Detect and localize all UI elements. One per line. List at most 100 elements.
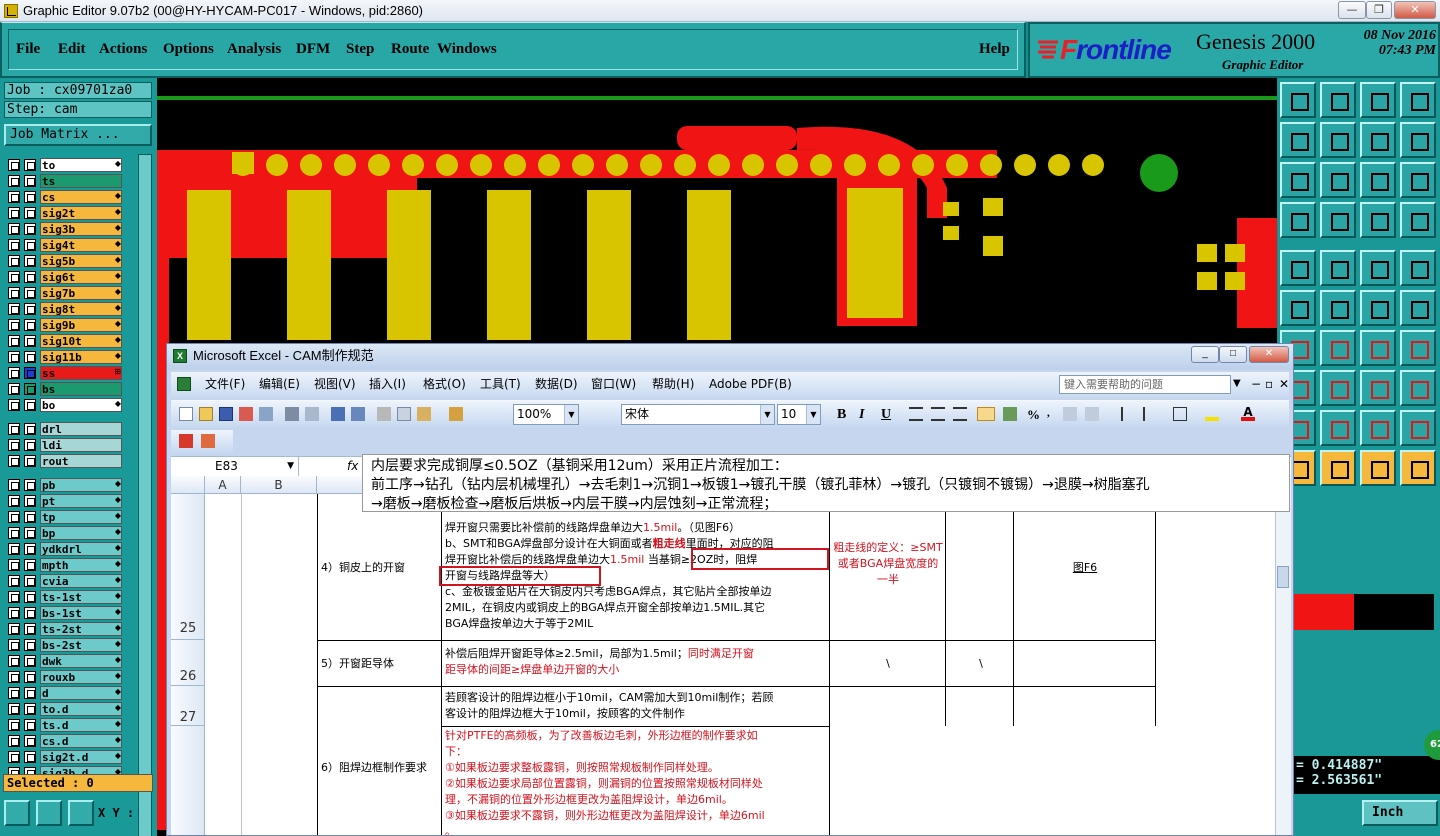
layer-checkbox[interactable] bbox=[8, 423, 20, 435]
layer-name[interactable]: bs bbox=[40, 382, 122, 396]
pan-icon[interactable] bbox=[1320, 162, 1356, 198]
layer-name[interactable]: cs bbox=[40, 190, 122, 204]
layer-affected-toggle[interactable] bbox=[24, 719, 36, 731]
spelling-icon[interactable] bbox=[331, 407, 345, 421]
menu-actions[interactable]: Actions bbox=[99, 41, 147, 58]
pad-icon[interactable] bbox=[1400, 250, 1436, 286]
layer-row[interactable]: ss ⊞ bbox=[6, 366, 124, 381]
layer-row[interactable]: rout bbox=[6, 454, 124, 469]
layer-affected-toggle[interactable] bbox=[24, 319, 36, 331]
new-icon[interactable] bbox=[179, 407, 193, 421]
layer-affected-toggle[interactable] bbox=[24, 439, 36, 451]
triangle-blue-icon[interactable] bbox=[1400, 410, 1436, 446]
excel-menu-edit[interactable]: 编辑(E) bbox=[259, 372, 300, 396]
layer-checkbox[interactable] bbox=[8, 623, 20, 635]
layer-checkbox[interactable] bbox=[8, 207, 20, 219]
excel-menu-window[interactable]: 窗口(W) bbox=[591, 372, 636, 396]
layer-affected-toggle[interactable] bbox=[24, 559, 36, 571]
layer-checkbox[interactable] bbox=[8, 703, 20, 715]
layer-affected-toggle[interactable] bbox=[24, 735, 36, 747]
minimize-button[interactable]: — bbox=[1338, 1, 1366, 19]
layer-name[interactable]: sig11b bbox=[40, 350, 122, 364]
decrease-indent-icon[interactable] bbox=[1121, 407, 1135, 421]
layer-checkbox[interactable] bbox=[8, 559, 20, 571]
layer-name[interactable]: ts.d bbox=[40, 718, 122, 732]
col-header-a[interactable]: A bbox=[205, 476, 241, 494]
layer-checkbox[interactable] bbox=[8, 575, 20, 587]
layer-checkbox[interactable] bbox=[8, 511, 20, 523]
format-painter-icon[interactable] bbox=[449, 407, 463, 421]
convert-pdf-icon[interactable] bbox=[179, 434, 193, 448]
snap-pin-icon[interactable] bbox=[1400, 202, 1436, 238]
col-header-b[interactable]: B bbox=[241, 476, 317, 494]
layer-row[interactable]: sig6t ◆ bbox=[6, 270, 124, 285]
doc-minimize-icon[interactable]: − bbox=[1251, 372, 1261, 396]
layer-row[interactable]: pb ◆ bbox=[6, 478, 124, 493]
help-icon[interactable] bbox=[1400, 162, 1436, 198]
flip-icon[interactable] bbox=[1360, 122, 1396, 158]
job-matrix-button[interactable]: Job Matrix ... bbox=[4, 124, 152, 146]
rotate-icon[interactable] bbox=[1400, 122, 1436, 158]
feature-icon[interactable] bbox=[1400, 330, 1436, 366]
layer-affected-toggle[interactable] bbox=[24, 495, 36, 507]
layer-name[interactable]: sig3b bbox=[40, 222, 122, 236]
menu-file[interactable]: File bbox=[16, 41, 40, 58]
layer-checkbox[interactable] bbox=[8, 455, 20, 467]
doc-restore-icon[interactable]: ▫ bbox=[1265, 372, 1273, 396]
decrease-decimal-icon[interactable] bbox=[1085, 407, 1099, 421]
layer-affected-toggle[interactable] bbox=[24, 191, 36, 203]
row-header-27[interactable]: 27 bbox=[171, 686, 205, 726]
excel-close-button[interactable]: ✕ bbox=[1249, 346, 1289, 363]
row-header-28[interactable] bbox=[171, 726, 205, 835]
zoom-page-icon[interactable] bbox=[1360, 82, 1396, 118]
layer-affected-toggle[interactable] bbox=[24, 591, 36, 603]
borders-icon[interactable] bbox=[1173, 407, 1187, 421]
comma-button[interactable]: , bbox=[1047, 407, 1050, 419]
layer-scrollbar[interactable] bbox=[138, 154, 152, 836]
zoom-select[interactable]: 100% ▼ bbox=[513, 404, 579, 425]
layer-checkbox[interactable] bbox=[8, 719, 20, 731]
select-arrow4-icon[interactable] bbox=[1400, 450, 1436, 486]
email-icon[interactable] bbox=[259, 407, 273, 421]
layer-name[interactable]: rout bbox=[40, 454, 122, 468]
select-arrow3-icon[interactable] bbox=[1360, 450, 1396, 486]
layer-checkbox[interactable] bbox=[8, 159, 20, 171]
step-field[interactable]: Step: cam bbox=[4, 101, 152, 118]
layer-checkbox[interactable] bbox=[8, 607, 20, 619]
research-icon[interactable] bbox=[351, 407, 365, 421]
layer-row[interactable]: ts-1st ◆ bbox=[6, 590, 124, 605]
row-header-26[interactable]: 26 bbox=[171, 640, 205, 686]
layer-row[interactable]: cvia ◆ bbox=[6, 574, 124, 589]
print-preview-icon[interactable] bbox=[305, 407, 319, 421]
layer-affected-toggle[interactable] bbox=[24, 607, 36, 619]
excel-menu-file[interactable]: 文件(F) bbox=[205, 372, 245, 396]
excel-menu-data[interactable]: 数据(D) bbox=[535, 372, 578, 396]
menu-edit[interactable]: Edit bbox=[58, 41, 86, 58]
layer-affected-toggle[interactable] bbox=[24, 367, 36, 379]
layer-affected-toggle[interactable] bbox=[24, 335, 36, 347]
spreadsheet-grid[interactable]: A B C 25 26 27 4）铜皮上的开窗 bbox=[171, 476, 1287, 835]
layer-checkbox[interactable] bbox=[8, 319, 20, 331]
layer-affected-toggle[interactable] bbox=[24, 455, 36, 467]
layer-row[interactable]: sig2t.d ◆ bbox=[6, 750, 124, 765]
layer-affected-toggle[interactable] bbox=[24, 751, 36, 763]
cut-icon[interactable] bbox=[377, 407, 391, 421]
layer-checkbox[interactable] bbox=[8, 687, 20, 699]
layer-checkbox[interactable] bbox=[8, 303, 20, 315]
layer-checkbox[interactable] bbox=[8, 191, 20, 203]
layer-row[interactable]: sig11b ◆ bbox=[6, 350, 124, 365]
excel-minimize-button[interactable]: _ bbox=[1191, 346, 1219, 363]
measure-icon[interactable] bbox=[36, 800, 62, 826]
layer-name[interactable]: sig10t bbox=[40, 334, 122, 348]
excel-menu-insert[interactable]: 插入(I) bbox=[369, 372, 406, 396]
layer-name[interactable]: bp bbox=[40, 526, 122, 540]
menu-step[interactable]: Step bbox=[346, 41, 374, 58]
layer-row[interactable]: to.d ◆ bbox=[6, 702, 124, 717]
currency-icon[interactable] bbox=[1003, 407, 1017, 421]
layer-row[interactable]: ts.d ◆ bbox=[6, 718, 124, 733]
triangle-red-icon[interactable] bbox=[1320, 410, 1356, 446]
paste-icon[interactable] bbox=[417, 407, 431, 421]
excel-menu-adobe-pdf[interactable]: Adobe PDF(B) bbox=[709, 372, 792, 396]
layer-name[interactable]: sig2t bbox=[40, 206, 122, 220]
maximize-button[interactable]: ❐ bbox=[1366, 1, 1392, 19]
